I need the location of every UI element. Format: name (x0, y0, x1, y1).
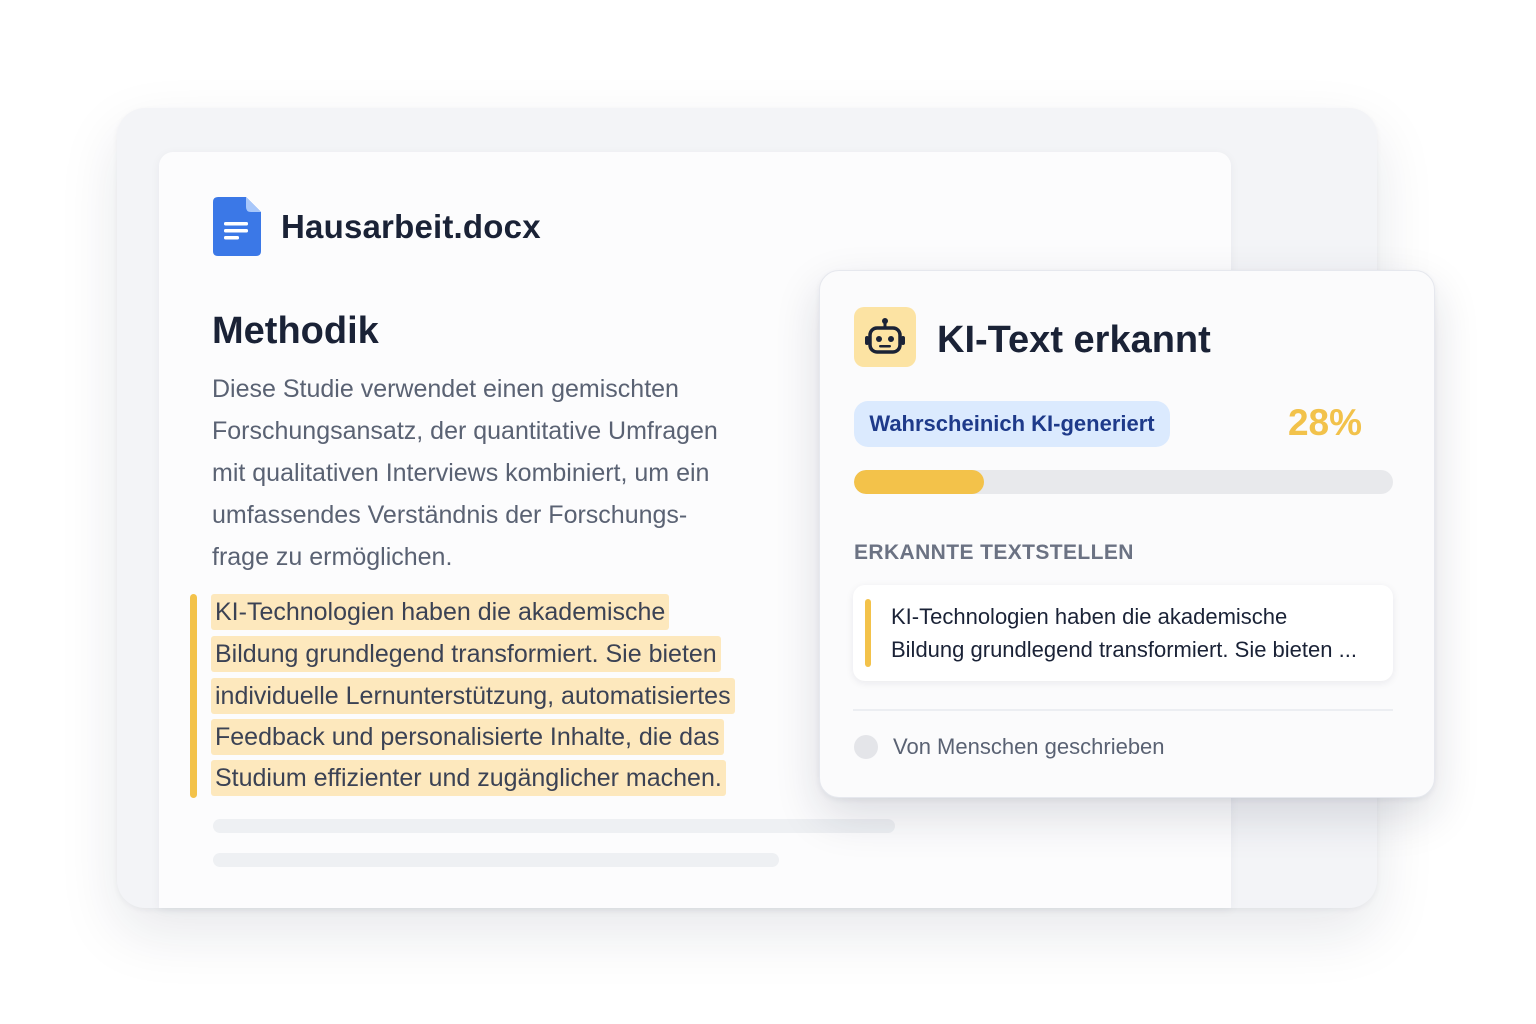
classification-badge: Wahrscheinich KI-generiert (854, 401, 1170, 447)
paragraph-line: mit qualitativen Interviews kombiniert, … (212, 459, 710, 487)
paragraph-line: Diese Studie verwendet einen gemischten (212, 375, 679, 403)
paragraph-line: umfassendes Verständnis der Forschungs- (212, 501, 688, 529)
highlighted-line: Studium effizienter und zugänglicher mac… (211, 760, 726, 796)
paragraph-line: frage zu ermöglichen. (212, 543, 453, 571)
highlighted-line: Bildung grundlegend transformiert. Sie b… (211, 636, 721, 672)
passage-marker-bar (865, 599, 871, 667)
highlighted-line: individuelle Lernunterstützung, automati… (211, 678, 735, 714)
passage-text-line: KI-Technologien haben die akademische (891, 604, 1288, 629)
detected-passage-card[interactable]: KI-Technologien haben die akademische Bi… (853, 585, 1393, 681)
highlighted-ai-passage[interactable]: KI-Technologien haben die akademische Bi… (190, 594, 790, 798)
passage-text-line: Bildung grundlegend transformiert. Sie b… (891, 637, 1357, 662)
robot-icon-badge (854, 307, 916, 367)
section-heading: Methodik (212, 310, 379, 352)
document-icon (213, 197, 261, 256)
panel-title: KI-Text erkannt (937, 319, 1211, 361)
app-stage: Hausarbeit.docx Methodik Diese Studie ve… (0, 0, 1536, 1024)
divider (853, 709, 1393, 711)
highlighted-line: KI-Technologien haben die akademische (211, 594, 670, 630)
paragraph-line: Forschungsansatz, der quantitative Umfra… (212, 417, 718, 445)
placeholder-line (213, 819, 895, 833)
passages-heading: ERKANNTE TEXTSTELLEN (854, 541, 1134, 564)
ai-score-progress-bar (854, 470, 1393, 494)
document-file-name: Hausarbeit.docx (281, 208, 541, 245)
ai-score-percent: 28% (1287, 402, 1362, 443)
body-paragraph: Diese Studie verwendet einen gemischten … (212, 368, 792, 578)
robot-icon (865, 318, 905, 354)
human-written-indicator-dot (854, 735, 878, 759)
placeholder-line (213, 853, 779, 867)
highlight-marker-bar (190, 594, 197, 798)
highlighted-line: Feedback und personalisierte Inhalte, di… (211, 719, 724, 755)
ai-score-progress-fill (854, 470, 984, 494)
human-written-label: Von Menschen geschrieben (893, 734, 1165, 759)
